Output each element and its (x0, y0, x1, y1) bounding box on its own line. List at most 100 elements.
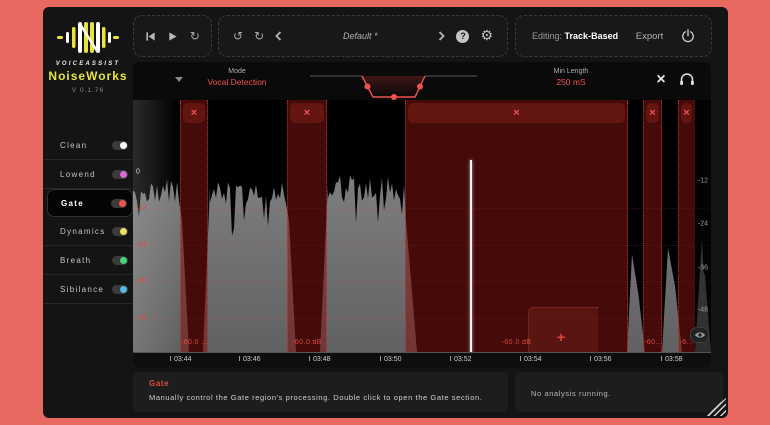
sidebar-item-lowend[interactable]: Lowend (43, 160, 133, 189)
sidebar-item-label: Lowend (60, 170, 112, 179)
db-scale-label-left: -24 (136, 242, 146, 249)
mode-value: Vocal Detection (187, 77, 287, 87)
sidebar-item-label: Breath (60, 256, 112, 265)
region-threshold-label: -60... (644, 339, 661, 346)
close-icon: × (513, 108, 519, 119)
gate-region[interactable]: × -60.0 dB (287, 100, 327, 352)
plugin-window: VOICEASSIST NoiseWorks V 0.1.76 Clean Lo… (43, 7, 728, 418)
time-tick (661, 356, 662, 361)
sidebar-item-gate[interactable]: Gate (47, 189, 133, 217)
preset-name[interactable]: Default * (293, 31, 427, 41)
toggle-knob (119, 200, 126, 207)
chevron-left-icon[interactable] (275, 31, 282, 41)
toggle-switch[interactable] (112, 285, 128, 294)
gate-editor-panel: Mode Vocal Detection Min Length 2 (133, 62, 711, 368)
toggle-switch[interactable] (112, 170, 128, 179)
editing-mode-value: Track-Based (565, 31, 619, 41)
region-delete-button[interactable]: × (183, 103, 205, 123)
redo-icon[interactable]: ↻ (254, 30, 264, 42)
brand-name: NoiseWorks (43, 69, 133, 83)
min-length-value: 250 mS (523, 77, 619, 87)
curve-node[interactable] (365, 84, 371, 90)
time-label: 03:46 (243, 356, 261, 363)
close-icon: × (649, 108, 655, 119)
gate-curve-widget[interactable] (310, 67, 477, 100)
chevron-right-icon[interactable] (438, 31, 445, 41)
add-region-box[interactable]: + (528, 307, 598, 352)
db-scale-label-left: -36 (136, 278, 146, 285)
time-label: 03:56 (594, 356, 612, 363)
region-delete-button[interactable]: × (290, 103, 324, 123)
sidebar-item-dynamics[interactable]: Dynamics (43, 217, 133, 246)
chevron-down-icon[interactable] (175, 77, 183, 82)
time-tick (309, 356, 310, 361)
db-scale-label-right: -36 (698, 265, 708, 272)
close-icon[interactable]: × (650, 69, 672, 91)
help-panel: Gate Manually control the Gate region's … (133, 372, 508, 412)
close-icon: × (683, 108, 689, 119)
waveform-display[interactable]: × -60.0 ... × -60.0 dB × -60.0 dB × -60.… (133, 100, 711, 352)
db-scale-label-left: -12 (136, 205, 146, 212)
loop-icon[interactable]: ↻ (190, 30, 200, 42)
gate-region[interactable]: × -60.0 ... (180, 100, 208, 352)
sidebar-item-label: Sibilance (60, 285, 112, 294)
min-length-label: Min Length (523, 68, 619, 75)
toggle-knob (120, 228, 127, 235)
export-button[interactable]: Export (636, 31, 663, 42)
play-button[interactable] (167, 31, 178, 42)
time-tick (450, 356, 451, 361)
sidebar-item-label: Clean (60, 141, 112, 150)
eye-icon (694, 331, 706, 339)
power-icon[interactable] (681, 29, 695, 43)
sidebar-item-breath[interactable]: Breath (43, 246, 133, 275)
analysis-status-text: No analysis running. (531, 389, 611, 398)
mode-selector[interactable]: Mode Vocal Detection (187, 68, 287, 87)
db-scale-label-left: -48 (136, 315, 146, 322)
headphones-icon[interactable] (679, 71, 695, 91)
undo-icon[interactable]: ↺ (233, 30, 243, 42)
time-tick (380, 356, 381, 361)
time-axis: 03:4403:4603:4803:5003:5203:5403:5603:58 (133, 352, 711, 368)
region-threshold-label: -60.0 ... (181, 339, 207, 346)
toggle-knob (120, 286, 127, 293)
region-delete-button[interactable]: × (681, 103, 692, 123)
toggle-switch[interactable] (112, 256, 128, 265)
skip-to-start-button[interactable] (145, 31, 156, 42)
toggle-knob (120, 171, 127, 178)
time-label: 03:52 (454, 356, 472, 363)
plus-icon[interactable]: + (557, 330, 565, 344)
db-scale-label-right: -48 (698, 307, 708, 314)
region-delete-button[interactable]: × (408, 103, 625, 123)
help-icon[interactable]: ? (456, 30, 469, 43)
curve-node[interactable] (417, 84, 423, 90)
toggle-switch[interactable] (112, 227, 128, 236)
db-scale-label-right: -12 (698, 178, 708, 185)
db-scale-label-left: 0 (136, 169, 140, 176)
toggle-switch[interactable] (111, 199, 127, 208)
editing-mode-button[interactable]: Editing: Track-Based (532, 31, 618, 41)
help-panel-title: Gate (149, 379, 169, 388)
sidebar-item-sibilance[interactable]: Sibilance (43, 275, 133, 304)
time-label: 03:54 (524, 356, 542, 363)
sidebar-item-label: Dynamics (60, 227, 112, 236)
sidebar: VOICEASSIST NoiseWorks V 0.1.76 Clean Lo… (43, 7, 133, 418)
time-label: 03:50 (384, 356, 402, 363)
min-length-control[interactable]: Min Length 250 mS (523, 68, 619, 87)
gear-icon[interactable]: ⚙ (480, 29, 493, 43)
mode-label: Mode (187, 68, 287, 75)
desktop-background: VOICEASSIST NoiseWorks V 0.1.76 Clean Lo… (0, 0, 770, 425)
visibility-toggle[interactable] (690, 327, 709, 343)
gate-region[interactable]: × -6... (678, 100, 695, 352)
close-icon: × (304, 108, 310, 119)
sidebar-item-clean[interactable]: Clean (43, 131, 133, 160)
region-delete-button[interactable]: × (646, 103, 659, 123)
noiseworks-logo-icon (57, 19, 119, 57)
toggle-knob (120, 142, 127, 149)
db-scale-label-right: -24 (698, 221, 708, 228)
playhead[interactable] (470, 160, 472, 352)
analysis-status-panel: No analysis running. (515, 372, 723, 412)
region-threshold-label: -60.0 dB (288, 339, 326, 346)
close-icon: × (191, 108, 197, 119)
gate-region[interactable]: × -60... (643, 100, 662, 352)
toggle-switch[interactable] (112, 141, 128, 150)
